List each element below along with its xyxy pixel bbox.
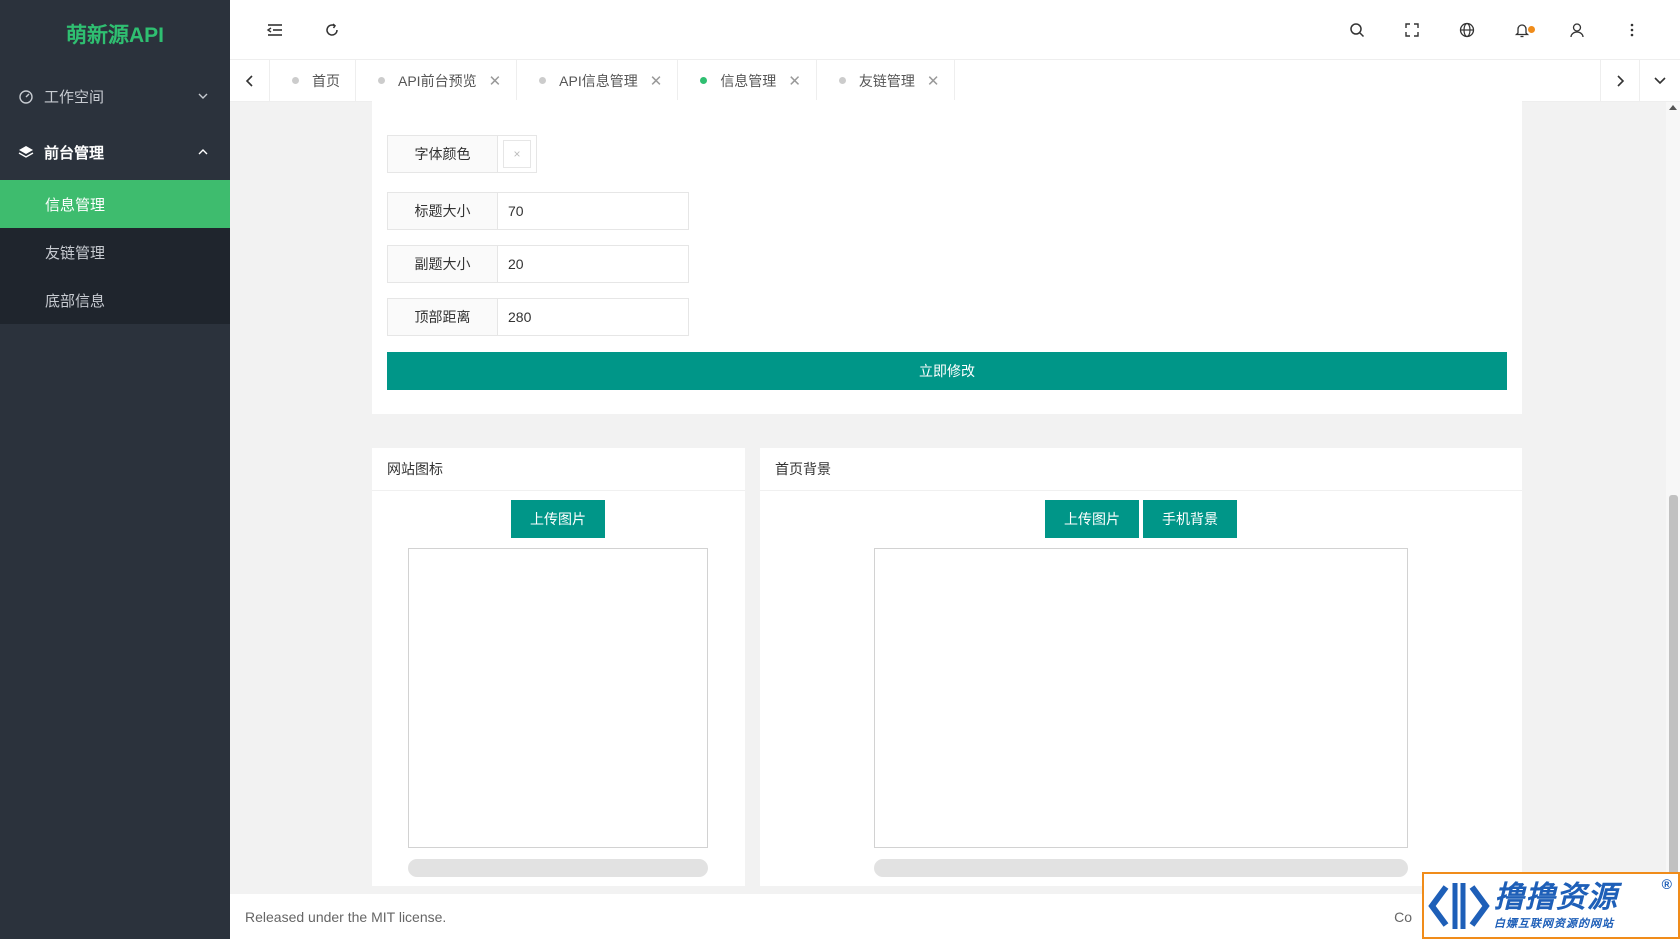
subtitle-size-row: 副题大小	[387, 245, 689, 283]
notification-badge	[1528, 26, 1535, 33]
search-icon[interactable]	[1342, 15, 1372, 45]
font-color-row: 字体颜色 ×	[387, 135, 537, 173]
chevron-down-icon	[194, 87, 212, 105]
close-icon[interactable]: ✕	[489, 72, 502, 90]
tab-label: 信息管理	[720, 72, 777, 89]
tab-status-dot	[292, 77, 299, 84]
tab-scroll-right-icon[interactable]	[1600, 60, 1640, 101]
more-vertical-icon[interactable]	[1617, 15, 1647, 45]
home-background-title: 首页背景	[760, 448, 1522, 491]
menu-group-workspace[interactable]: 工作空间	[0, 68, 230, 124]
top-header	[230, 0, 1680, 60]
color-picker[interactable]: ×	[498, 136, 536, 172]
watermark-subtitle: 白嫖互联网资源的网站	[1494, 917, 1614, 930]
chevron-up-icon	[194, 143, 212, 161]
site-icon-upload-progress	[408, 859, 708, 877]
tab-label: API前台预览	[398, 72, 477, 89]
menu-group-label: 工作空间	[44, 88, 105, 106]
tab-status-dot	[539, 77, 547, 84]
tab-home[interactable]: 首页	[270, 60, 356, 101]
home-background-card: 首页背景 上传图片 手机背景	[760, 448, 1522, 886]
tab-status-dot	[378, 77, 385, 84]
footer-copyright: Co	[1394, 908, 1412, 925]
watermark-logo-icon	[1424, 876, 1494, 936]
upload-background-button[interactable]: 上传图片	[1045, 500, 1139, 538]
footer-license: Released under the MIT license.	[245, 908, 447, 925]
tab-label: API信息管理	[559, 72, 638, 89]
tab-status-dot	[700, 77, 708, 84]
tab-api-preview[interactable]: API前台预览 ✕	[356, 60, 518, 101]
site-icon-card: 网站图标 上传图片	[372, 448, 745, 886]
settings-form-card: 字体颜色 × 标题大小 副题大小 顶部距离 立即修改	[372, 100, 1522, 414]
watermark-text: 撸撸资源 白嫖互联网资源的网站	[1494, 881, 1618, 931]
tab-list: 首页 API前台预览 ✕ API信息管理 ✕ 信息管理 ✕ 友链管理 ✕	[270, 60, 956, 101]
home-background-upload-progress	[874, 859, 1408, 877]
title-size-input[interactable]	[498, 193, 688, 229]
tab-label: 首页	[312, 72, 340, 89]
submenu-frontend: 信息管理 友链管理 底部信息	[0, 180, 230, 324]
tab-link-management[interactable]: 友链管理 ✕	[817, 60, 956, 101]
tab-status-dot	[838, 77, 846, 84]
tab-api-info-management[interactable]: API信息管理 ✕	[517, 60, 679, 101]
menu-fold-icon[interactable]	[260, 15, 290, 45]
top-margin-label: 顶部距离	[388, 299, 498, 335]
sidebar-item-link-management[interactable]: 友链管理	[0, 228, 230, 276]
submit-button[interactable]: 立即修改	[387, 352, 1507, 390]
layers-icon	[18, 144, 34, 160]
close-icon[interactable]: ✕	[927, 72, 940, 90]
site-icon-preview	[408, 548, 708, 848]
top-margin-row: 顶部距离	[387, 298, 689, 336]
mobile-background-button[interactable]: 手机背景	[1143, 500, 1237, 538]
sidebar-item-info-management[interactable]: 信息管理	[0, 180, 230, 228]
globe-icon[interactable]	[1452, 15, 1482, 45]
user-icon[interactable]	[1562, 15, 1592, 45]
watermark-overlay: 撸撸资源 白嫖互联网资源的网站 ®	[1422, 872, 1680, 939]
registered-mark: ®	[1661, 876, 1672, 892]
refresh-icon[interactable]	[317, 15, 347, 45]
scroll-up-arrow-icon[interactable]	[1669, 105, 1677, 110]
close-icon[interactable]: ✕	[650, 72, 663, 90]
title-size-row: 标题大小	[387, 192, 689, 230]
scrollbar-thumb[interactable]	[1669, 495, 1678, 880]
watermark-title: 撸撸资源	[1494, 880, 1618, 914]
menu-group-frontend[interactable]: 前台管理	[0, 124, 230, 180]
font-color-label: 字体颜色	[388, 136, 498, 172]
fullscreen-icon[interactable]	[1397, 15, 1427, 45]
title-size-label: 标题大小	[388, 193, 498, 229]
tab-scroll-left-icon[interactable]	[230, 60, 270, 101]
top-margin-input[interactable]	[498, 299, 688, 335]
home-background-preview	[874, 548, 1408, 848]
subtitle-size-label: 副题大小	[388, 246, 498, 282]
tab-menu-chevron-down-icon[interactable]	[1640, 60, 1680, 101]
site-icon-title: 网站图标	[372, 448, 745, 491]
bell-icon[interactable]	[1507, 15, 1537, 45]
tab-bar: 首页 API前台预览 ✕ API信息管理 ✕ 信息管理 ✕ 友链管理 ✕	[230, 60, 1680, 102]
menu-group-label: 前台管理	[44, 144, 105, 162]
upload-icon-button[interactable]: 上传图片	[511, 500, 605, 538]
subtitle-size-input[interactable]	[498, 246, 688, 282]
tab-label: 友链管理	[858, 72, 915, 89]
dashboard-icon	[18, 88, 34, 104]
tab-info-management[interactable]: 信息管理 ✕	[678, 60, 817, 101]
close-icon[interactable]: ✕	[788, 72, 801, 90]
color-picker-clear-icon[interactable]: ×	[503, 140, 531, 168]
sidebar-item-footer-info[interactable]: 底部信息	[0, 276, 230, 324]
app-logo[interactable]: 萌新源API	[0, 0, 230, 68]
sidebar: 萌新源API 工作空间 前台管理 信息管理 友链管理 底部信息	[0, 0, 230, 939]
